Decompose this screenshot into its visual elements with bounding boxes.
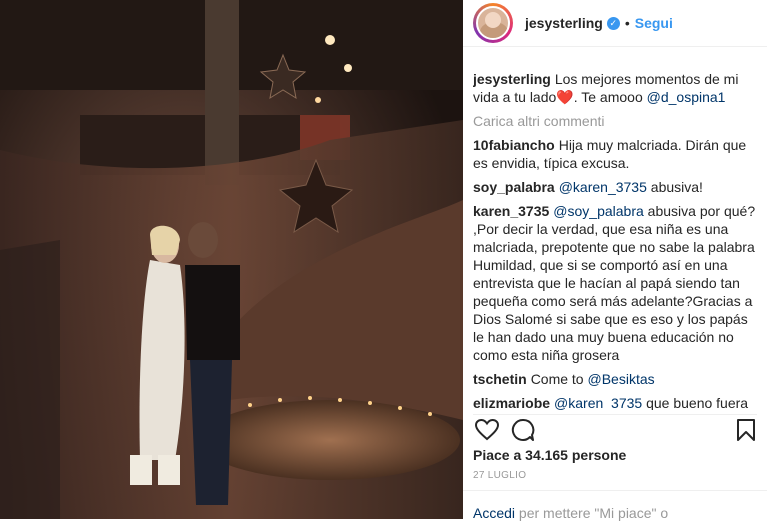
comment-username[interactable]: elizmariobe xyxy=(473,395,550,410)
avatar[interactable] xyxy=(473,3,513,43)
comment-username[interactable]: tschetin xyxy=(473,371,527,387)
follow-button[interactable]: Segui xyxy=(635,15,673,31)
comment-username[interactable]: karen_3735 xyxy=(473,203,549,219)
comment-mention[interactable]: @karen_3735 xyxy=(554,395,642,410)
post-header: jesysterling ✓ • Segui xyxy=(463,0,767,47)
verified-badge-icon: ✓ xyxy=(606,16,620,30)
comment-item: 10fabiancho Hija muy malcriada. Dirán que… xyxy=(473,136,761,172)
comment-mention[interactable]: @Besiktas xyxy=(588,371,655,387)
post-sidebar: jesysterling ✓ • Segui jesysterling Los m… xyxy=(463,0,767,521)
comment-text: que bueno fuera xyxy=(642,395,749,410)
comment-username[interactable]: soy_palabra xyxy=(473,179,555,195)
post-username[interactable]: jesysterling xyxy=(525,15,603,31)
divider xyxy=(463,490,767,491)
comment-mention[interactable]: @soy_palabra xyxy=(553,203,644,219)
likes-count[interactable]: Piace a 34.165 persone xyxy=(473,447,626,463)
comment-icon[interactable] xyxy=(511,418,535,442)
separator-dot: • xyxy=(624,15,630,31)
action-bar xyxy=(473,414,757,445)
caption-text-after: . Te amooo xyxy=(573,89,647,105)
post-date[interactable]: 27 LUGLIO xyxy=(473,470,526,481)
comments-list: jesysterling Los mejores momentos de mi v… xyxy=(473,70,761,410)
caption-username[interactable]: jesysterling xyxy=(473,71,551,87)
load-more-comments-button[interactable]: Carica altri commenti xyxy=(473,112,761,130)
comment-text: abusiva por qué? ,Por decir la verdad, q… xyxy=(473,203,756,363)
post-photo xyxy=(0,0,463,519)
bookmark-icon[interactable] xyxy=(736,418,756,442)
comment-item: tschetin Come to @Besiktas xyxy=(473,370,761,388)
comment-item: elizmariobe @karen_3735 que bueno fuera xyxy=(473,394,761,410)
heart-icon[interactable] xyxy=(475,419,499,441)
caption-mention[interactable]: @d_ospina1 xyxy=(647,89,726,105)
caption: jesysterling Los mejores momentos de mi v… xyxy=(473,70,761,106)
comment-username[interactable]: 10fabiancho xyxy=(473,137,555,153)
comment-item: soy_palabra @karen_3735 abusiva! xyxy=(473,178,761,196)
comment-item: karen_3735 @soy_palabra abusiva por qué? … xyxy=(473,202,761,364)
comment-mention[interactable]: @karen_3735 xyxy=(559,179,647,195)
comment-text: Come to xyxy=(530,371,588,387)
heart-emoji: ❤️ xyxy=(556,89,574,105)
comment-text: abusiva! xyxy=(646,179,703,195)
